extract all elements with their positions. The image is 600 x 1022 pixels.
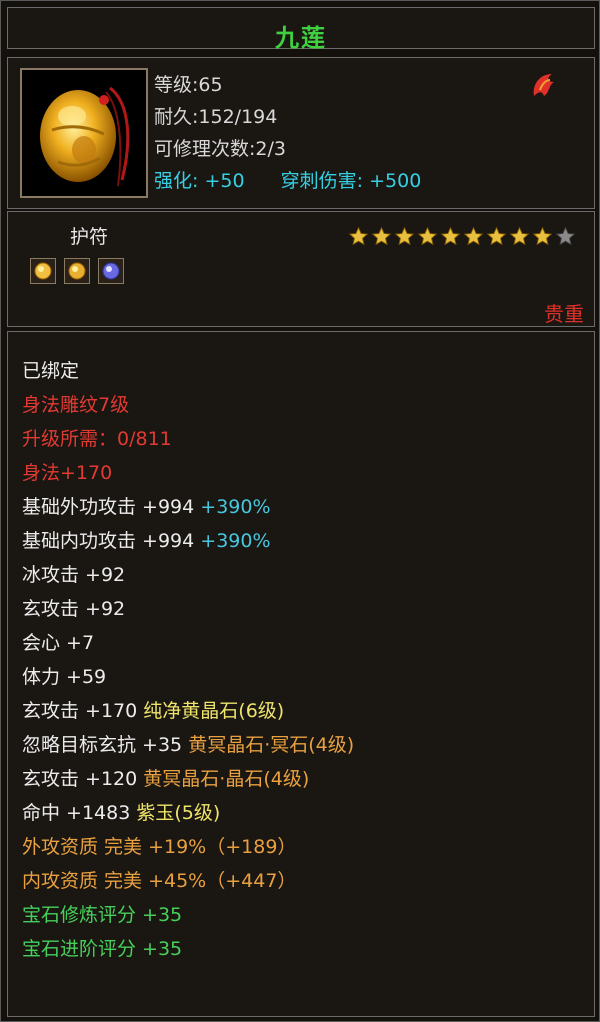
inner-attack-stat: 基础内功攻击 +994 +390% <box>22 526 271 553</box>
item-repair-count: 可修理次数:2/3 <box>154 138 286 160</box>
star-icon <box>371 226 392 246</box>
outer-attack-stat: 基础外功攻击 +994 +390% <box>22 492 271 519</box>
item-type-panel: 护符 贵重 <box>7 211 595 327</box>
enhance-line: 强化: +50 穿刺伤害: +500 <box>154 166 421 193</box>
pierce-label: 穿刺伤害: <box>280 170 364 192</box>
gem-bonus-stat: 玄攻击 +170 <box>22 700 138 722</box>
upgrade-requirement: 升级所需：0/811 <box>22 428 172 450</box>
enhance-value: +50 <box>204 170 245 192</box>
gem-bonus-stat: 忽略目标玄抗 +35 <box>22 734 183 756</box>
gem-slot[interactable] <box>30 258 56 284</box>
item-level: 等级:65 <box>154 74 223 96</box>
yellow-gem-icon <box>68 262 86 280</box>
stamina-stat: 体力 +59 <box>22 666 107 688</box>
star-icon <box>509 226 530 246</box>
xuan-attack-stat: 玄攻击 +92 <box>22 598 126 620</box>
bound-status: 已绑定 <box>22 360 80 382</box>
star-icon <box>463 226 484 246</box>
item-header-panel: 等级:65 耐久:152/194 可修理次数:2/3 强化: +50 穿刺伤害:… <box>7 57 595 209</box>
item-name: 九莲 <box>275 24 327 52</box>
star-icon <box>532 226 553 246</box>
stats-panel: 已绑定 身法雕纹7级 升级所需：0/811 身法+170 基础外功攻击 +994… <box>7 331 595 1017</box>
gem-bonus-stat: 玄攻击 +120 <box>22 768 138 790</box>
star-icon <box>394 226 415 246</box>
title-panel: 九莲 <box>7 7 595 52</box>
inner-attack-percent: +390% <box>200 530 271 552</box>
dragon-emblem-icon <box>533 74 554 96</box>
gem-slot[interactable] <box>64 258 90 284</box>
gem-slot[interactable] <box>98 258 124 284</box>
outer-attack-percent: +390% <box>200 496 271 518</box>
item-durability: 耐久:152/194 <box>154 106 278 128</box>
star-icon <box>417 226 438 246</box>
star-icon <box>486 226 507 246</box>
star-icon <box>440 226 461 246</box>
item-tooltip: 九莲 等级:65 耐久:152/194 可修理次数:2/3 强化: +50 穿刺… <box>0 0 600 1022</box>
jade-amulet-icon <box>40 86 130 187</box>
rarity-label: 贵重 <box>544 302 584 326</box>
gem-bonus-name: 黄冥晶石·冥石(4级) <box>188 734 355 756</box>
star-icon <box>348 226 369 246</box>
gem-bonus-line: 忽略目标玄抗 +35 黄冥晶石·冥石(4级) <box>22 730 354 757</box>
enhance-label: 强化: <box>154 170 199 192</box>
star-rating <box>348 226 576 247</box>
gem-bonus-line: 玄攻击 +170 纯净黄晶石(6级) <box>22 696 284 723</box>
agility-stat: 身法+170 <box>22 462 113 484</box>
gem-bonus-name: 黄冥晶石·晶石(4级) <box>143 768 310 790</box>
gem-bonus-name: 紫玉(5级) <box>136 802 221 824</box>
gem-bonus-line: 命中 +1483 紫玉(5级) <box>22 798 220 825</box>
gem-bonus-name: 纯净黄晶石(6级) <box>143 700 285 722</box>
item-icon-frame <box>20 68 148 198</box>
outer-attack-value: 基础外功攻击 +994 <box>22 496 195 518</box>
item-type: 护符 <box>70 226 109 248</box>
gem-bonus-line: 玄攻击 +120 黄冥晶石·晶石(4级) <box>22 764 309 791</box>
star-icon <box>555 226 576 246</box>
engrave-level: 身法雕纹7级 <box>22 394 130 416</box>
inner-attack-value: 基础内功攻击 +994 <box>22 530 195 552</box>
critical-stat: 会心 +7 <box>22 632 95 654</box>
gem-refine-score: 宝石修炼评分 +35 <box>22 904 183 926</box>
inner-quality-stat: 内攻资质 完美 +45%（+447） <box>22 870 297 892</box>
gem-slots <box>30 258 124 284</box>
gem-advance-score: 宝石进阶评分 +35 <box>22 938 183 960</box>
purple-gem-icon <box>102 262 120 280</box>
yellow-gem-icon <box>34 262 52 280</box>
pierce-value: +500 <box>369 170 422 192</box>
gem-bonus-stat: 命中 +1483 <box>22 802 131 824</box>
outer-quality-stat: 外攻资质 完美 +19%（+189） <box>22 836 297 858</box>
ice-attack-stat: 冰攻击 +92 <box>22 564 126 586</box>
